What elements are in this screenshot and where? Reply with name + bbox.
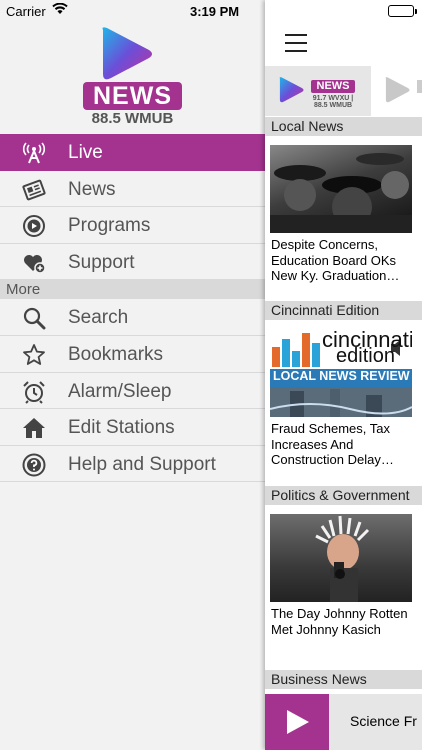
story-thumbnail [270, 514, 412, 602]
play-icon [287, 710, 309, 734]
mini-player: Science Fr [265, 694, 422, 750]
alarm-clock-icon [22, 380, 46, 404]
menu-item-alarm-sleep[interactable]: Alarm/Sleep [0, 372, 265, 410]
menu-item-label: Live [68, 142, 103, 163]
clock: 3:19 PM [190, 4, 240, 19]
help-icon [22, 453, 46, 477]
wifi-icon [52, 2, 68, 18]
radio-tower-icon [22, 141, 46, 165]
search-icon [22, 306, 46, 330]
menu-item-programs[interactable]: Programs [0, 207, 265, 244]
menu-item-edit-stations[interactable]: Edit Stations [0, 409, 265, 446]
menu-item-help-support[interactable]: Help and Support [0, 445, 265, 483]
menu-item-label: News [68, 178, 116, 200]
story-title: Despite Concerns, Education Board OKs Ne… [271, 237, 400, 283]
menu-item-live[interactable]: Live [0, 134, 265, 171]
logo-call-sign: 88.5 WMUB [91, 110, 174, 127]
menu-item-label: Alarm/Sleep [68, 380, 172, 402]
station-tab-other[interactable] [371, 66, 422, 116]
newspaper-icon [22, 178, 46, 202]
menu-item-support[interactable]: Support [0, 243, 265, 281]
home-icon [22, 416, 46, 440]
now-playing-title[interactable]: Science Fr [350, 713, 417, 729]
station-logo-gray-icon [385, 77, 410, 103]
story-title: The Day Johnny Rotten Met Johnny Kasich [271, 606, 408, 637]
menu-item-news[interactable]: News [0, 170, 265, 208]
battery-icon [388, 5, 417, 17]
logo-play-icon [102, 27, 152, 80]
station-selector: NEWS 91.7 WVXU | 88.5 WMUB [265, 66, 422, 116]
menu-item-label: Search [68, 307, 129, 329]
menu-item-label: Programs [68, 215, 151, 237]
hamburger-menu-icon[interactable] [285, 34, 307, 58]
side-menu: Carrier 3:19 PM NEWS 88.5 WMUB Live News… [0, 0, 265, 750]
heart-plus-icon [22, 251, 46, 275]
thumb-text-review: LOCAL NEWS REVIEW [273, 369, 410, 383]
menu-item-label: Help and Support [68, 453, 216, 475]
station-tab-logo-text: NEWS [311, 80, 355, 93]
menu-item-bookmarks[interactable]: Bookmarks [0, 335, 265, 373]
logo-news-text: NEWS [83, 82, 182, 110]
menu-item-label: Bookmarks [68, 343, 164, 365]
section-header-local-news: Local News [265, 117, 422, 136]
station-logo-icon [279, 77, 304, 103]
status-bar-right [265, 0, 422, 22]
thumb-text-edition: edition [336, 345, 395, 367]
story-title: Fraud Schemes, Tax Increases And Constru… [271, 421, 394, 467]
star-icon [22, 343, 46, 367]
carrier-label: Carrier [6, 4, 46, 19]
story-thumbnail: cincinnati edition LOCAL NEWS REVIEW [270, 329, 412, 417]
menu-item-label: Edit Stations [68, 417, 175, 439]
section-header-politics: Politics & Government [265, 486, 422, 505]
section-header-cincinnati-edition: Cincinnati Edition [265, 301, 422, 320]
story-thumbnail [270, 145, 412, 233]
menu-item-label: Support [68, 251, 135, 273]
station-tab-other-label [417, 80, 422, 93]
play-button[interactable] [265, 694, 329, 750]
menu-list: Live News Programs Support More Search B… [0, 134, 265, 483]
section-header-business-news: Business News [265, 670, 422, 689]
play-circle-icon [22, 214, 46, 238]
station-tab-news[interactable]: NEWS 91.7 WVXU | 88.5 WMUB [265, 66, 371, 116]
more-section-header: More [0, 280, 265, 300]
menu-item-search[interactable]: Search [0, 299, 265, 336]
content-panel: NEWS 91.7 WVXU | 88.5 WMUB Local News De… [265, 0, 422, 750]
station-logo: NEWS 88.5 WMUB [75, 26, 190, 130]
station-tab-calls: 91.7 WVXU | 88.5 WMUB [312, 95, 354, 109]
